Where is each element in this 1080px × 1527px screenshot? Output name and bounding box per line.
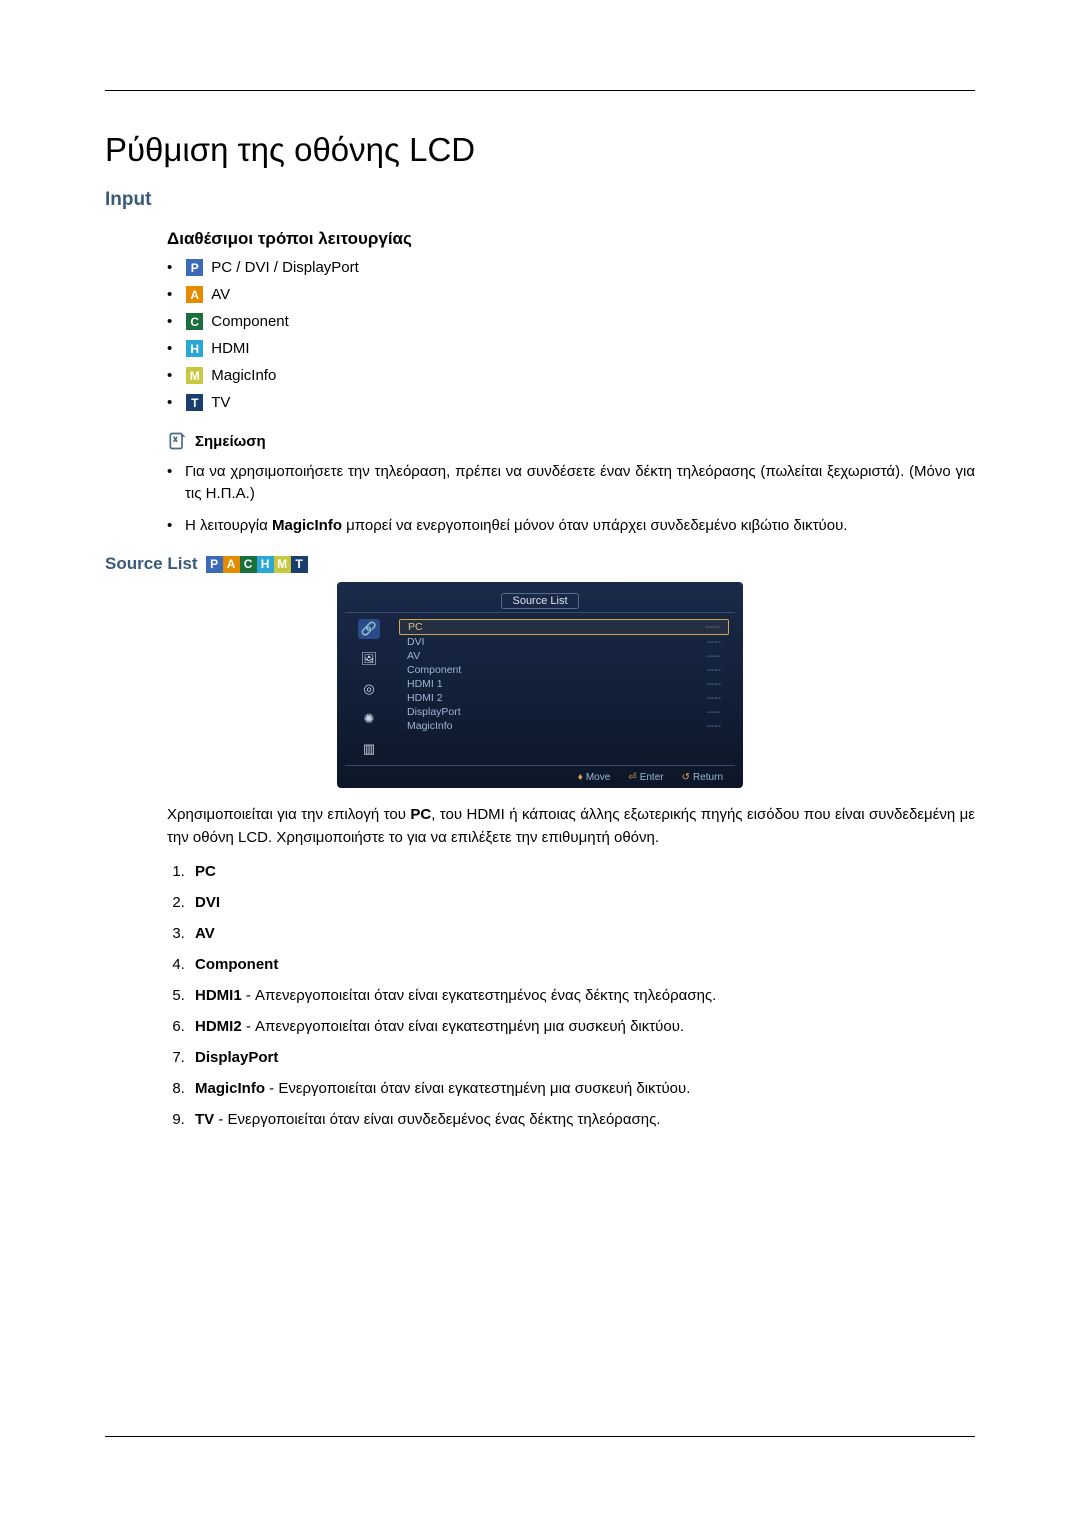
badge-t-icon: T (186, 394, 203, 411)
top-rule (105, 90, 975, 91)
osd-footer: ♦Move ⏎Enter ↺Return (345, 765, 735, 788)
mode-pc-label: PC / DVI / DisplayPort (211, 259, 359, 276)
list-item-hdmi2: HDMI2 - Απενεργοποιείται όταν είναι εγκα… (189, 1018, 975, 1035)
osd-item-magicinfo: MagicInfo---- (399, 719, 729, 733)
list-item-av: AV (189, 925, 975, 942)
mode-hdmi: H HDMI (167, 340, 975, 357)
strip-p-icon: P (206, 556, 223, 573)
notes-list: Για να χρησιμοποιήσετε την τηλεόραση, πρ… (167, 461, 975, 536)
osd-icon-2: 🖼 (358, 649, 380, 669)
badge-h-icon: H (186, 340, 203, 357)
list-item-displayport: DisplayPort (189, 1049, 975, 1066)
section-input: Input (105, 189, 975, 211)
badge-c-icon: C (186, 313, 203, 330)
osd-icon-1: 🔗 (358, 619, 380, 639)
osd-item-hdmi2: HDMI 2---- (399, 691, 729, 705)
osd-item-av: AV---- (399, 649, 729, 663)
list-item-pc: PC (189, 863, 975, 880)
list-item-tv: TV - Ενεργοποιείται όταν είναι συνδεδεμέ… (189, 1111, 975, 1128)
strip-c-icon: C (240, 556, 257, 573)
note-icon (167, 431, 187, 451)
mode-component: C Component (167, 313, 975, 330)
badge-a-icon: A (186, 286, 203, 303)
note-label: Σημείωση (195, 433, 266, 450)
mode-hdmi-label: HDMI (211, 340, 249, 357)
source-list-description: Χρησιμοποιείται για την επιλογή του PC, … (167, 804, 975, 849)
mode-pc: P PC / DVI / DisplayPort (167, 259, 975, 276)
osd-side-icons: 🔗 🖼 ◎ ✺ ▥ (345, 613, 393, 765)
mode-component-label: Component (211, 313, 289, 330)
bottom-rule (105, 1436, 975, 1437)
list-item-dvi: DVI (189, 894, 975, 911)
page-title: Ρύθμιση της οθόνης LCD (105, 131, 975, 169)
badge-strip: P A C H M T (206, 556, 308, 573)
osd-item-dvi: DVI---- (399, 635, 729, 649)
mode-av: A AV (167, 286, 975, 303)
note-1: Για να χρησιμοποιήσετε την τηλεόραση, πρ… (167, 461, 975, 505)
mode-tv: T TV (167, 394, 975, 411)
source-list-label: Source List (105, 554, 198, 574)
osd-item-displayport: DisplayPort---- (399, 705, 729, 719)
list-item-magicinfo: MagicInfo - Ενεργοποιείται όταν είναι εγ… (189, 1080, 975, 1097)
osd-icon-3: ◎ (358, 679, 380, 699)
mode-magicinfo: M MagicInfo (167, 367, 975, 384)
strip-m-icon: M (274, 556, 291, 573)
modes-list: P PC / DVI / DisplayPort A AV C Componen… (167, 259, 975, 411)
mode-tv-label: TV (211, 394, 230, 411)
strip-a-icon: A (223, 556, 240, 573)
source-numbered-list: PC DVI AV Component HDMI1 - Απενεργοποιε… (167, 863, 975, 1128)
osd-item-hdmi1: HDMI 1---- (399, 677, 729, 691)
osd-screenshot: Source List 🔗 🖼 ◎ ✺ ▥ PC---- DVI---- AV-… (105, 582, 975, 788)
note-heading: Σημείωση (167, 431, 975, 451)
mode-av-label: AV (211, 286, 230, 303)
source-list-heading: Source List P A C H M T (105, 554, 975, 574)
badge-m-icon: M (186, 367, 203, 384)
osd-icon-5: ▥ (358, 739, 380, 759)
strip-h-icon: H (257, 556, 274, 573)
osd-item-component: Component---- (399, 663, 729, 677)
osd-icon-4: ✺ (358, 709, 380, 729)
osd-item-pc: PC---- (399, 619, 729, 635)
osd-title: Source List (501, 593, 578, 609)
mode-magicinfo-label: MagicInfo (211, 367, 276, 384)
list-item-component: Component (189, 956, 975, 973)
osd-menu: PC---- DVI---- AV---- Component---- HDMI… (393, 613, 735, 765)
badge-p-icon: P (186, 259, 203, 276)
strip-t-icon: T (291, 556, 308, 573)
subsection-modes: Διαθέσιμοι τρόποι λειτουργίας (167, 229, 975, 249)
list-item-hdmi1: HDMI1 - Απενεργοποιείται όταν είναι εγκα… (189, 987, 975, 1004)
note-2: Η λειτουργία MagicInfo μπορεί να ενεργοπ… (167, 515, 975, 537)
